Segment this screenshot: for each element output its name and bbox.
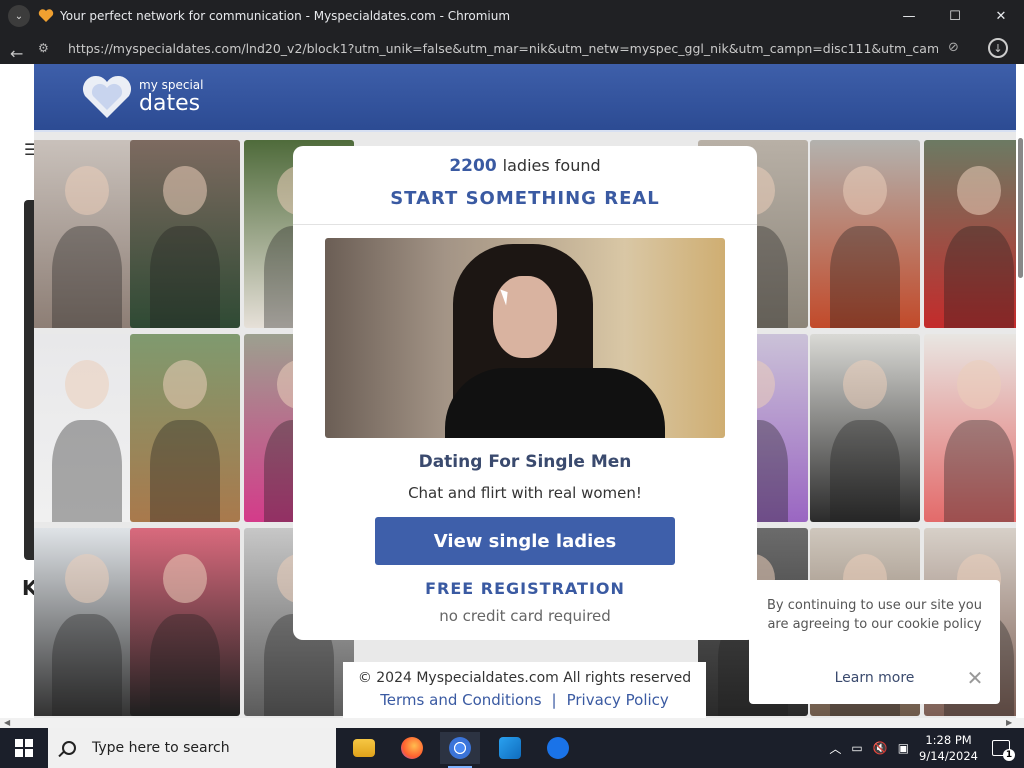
minimize-icon[interactable]: — bbox=[886, 0, 932, 32]
profile-photo[interactable] bbox=[34, 140, 142, 328]
divider bbox=[293, 224, 757, 225]
close-cookie-icon[interactable]: ✕ bbox=[965, 668, 985, 688]
site-logo[interactable]: my special dates bbox=[81, 74, 203, 120]
url-text[interactable]: https://myspecialdates.com/lnd20_v2/bloc… bbox=[68, 41, 938, 56]
privacy-link[interactable]: Privacy Policy bbox=[567, 691, 669, 709]
profile-photo[interactable] bbox=[810, 140, 920, 328]
ladies-found-line: 2200 ladies found bbox=[293, 156, 757, 176]
modal-subtitle: Dating For Single Men bbox=[418, 452, 632, 472]
terms-link[interactable]: Terms and Conditions bbox=[380, 691, 541, 709]
url-field[interactable]: ⚙ https://myspecialdates.com/lnd20_v2/bl… bbox=[34, 36, 974, 60]
vertical-scrollbar[interactable] bbox=[1018, 138, 1023, 278]
cookie-text: By continuing to use our site you are ag… bbox=[767, 598, 983, 632]
site-info-icon[interactable]: ⚙ bbox=[38, 41, 58, 55]
heart-logo-icon bbox=[82, 75, 132, 118]
chromium-icon bbox=[449, 737, 471, 759]
back-arrow-icon[interactable]: ← bbox=[10, 44, 23, 63]
tray-overflow-icon[interactable]: ︿ bbox=[829, 740, 841, 757]
taskbar-help[interactable] bbox=[538, 732, 578, 764]
folder-icon bbox=[353, 739, 375, 757]
site-footer: © 2024 Myspecialdates.com All rights res… bbox=[343, 662, 706, 720]
background-page-right-edge bbox=[1016, 64, 1024, 728]
modal-tagline: Chat and flirt with real women! bbox=[408, 484, 642, 502]
profile-photo[interactable] bbox=[924, 140, 1016, 328]
free-registration-text: FREE REGISTRATION bbox=[425, 579, 625, 598]
learn-more-link[interactable]: Learn more bbox=[749, 670, 1000, 686]
start-button[interactable] bbox=[0, 728, 48, 768]
footer-separator: | bbox=[551, 691, 557, 709]
scroll-right-icon[interactable]: ▶ bbox=[1006, 718, 1012, 727]
search-placeholder: Type here to search bbox=[92, 740, 230, 756]
taskbar-firefox[interactable] bbox=[392, 732, 432, 764]
no-credit-card-text: no credit card required bbox=[439, 607, 611, 625]
windows-logo-icon bbox=[15, 739, 33, 757]
profile-photo[interactable] bbox=[924, 334, 1016, 522]
site-favicon-icon bbox=[38, 8, 54, 24]
taskbar-search[interactable]: Type here to search bbox=[48, 728, 336, 768]
ladies-count: 2200 bbox=[449, 156, 497, 176]
notification-icon[interactable]: 1 bbox=[992, 740, 1015, 761]
maximize-icon[interactable]: ☐ bbox=[932, 0, 978, 32]
logo-line-1: my special bbox=[139, 78, 204, 92]
profile-photo[interactable] bbox=[34, 528, 142, 716]
background-block bbox=[24, 200, 34, 560]
hero-photo[interactable] bbox=[325, 238, 725, 438]
window-title: Your perfect network for communication -… bbox=[60, 9, 511, 23]
help-chat-icon bbox=[547, 737, 569, 759]
view-single-ladies-button[interactable]: View single ladies bbox=[375, 517, 675, 565]
clock[interactable]: 1:28 PM 9/14/2024 bbox=[919, 732, 978, 764]
background-page-left-edge: ☰ K bbox=[0, 64, 38, 728]
clock-date: 9/14/2024 bbox=[919, 749, 978, 763]
display-icon[interactable]: ▣ bbox=[898, 741, 909, 755]
tab-search-button[interactable]: ⌄ bbox=[8, 5, 30, 27]
profile-photo[interactable] bbox=[810, 334, 920, 522]
logo-line-2: dates bbox=[139, 91, 201, 116]
notification-count: 1 bbox=[1003, 749, 1015, 761]
copyright-text: © 2024 Myspecialdates.com All rights res… bbox=[357, 670, 692, 686]
signup-modal: 2200 ladies found START SOMETHING REAL Da… bbox=[293, 146, 757, 640]
close-window-icon[interactable]: ✕ bbox=[978, 0, 1024, 32]
windows-taskbar: Type here to search ︿ ▭ 🔇 ▣ 1:28 PM 9/14… bbox=[0, 728, 1024, 768]
taskbar-file-explorer[interactable] bbox=[344, 732, 384, 764]
profile-photo[interactable] bbox=[130, 334, 240, 522]
code-editor-icon bbox=[499, 737, 521, 759]
system-tray: ︿ ▭ 🔇 ▣ 1:28 PM 9/14/2024 1 bbox=[829, 728, 1024, 768]
profile-photo[interactable] bbox=[34, 334, 142, 522]
download-icon[interactable]: ↓ bbox=[988, 38, 1008, 58]
site-viewport: my special dates 2200 ladies found START… bbox=[34, 64, 1016, 720]
ladies-count-label: ladies found bbox=[502, 156, 601, 175]
firefox-icon bbox=[401, 737, 423, 759]
profile-photo[interactable] bbox=[130, 140, 240, 328]
scroll-left-icon[interactable]: ◀ bbox=[4, 718, 10, 727]
profile-photo[interactable] bbox=[130, 528, 240, 716]
horizontal-scrollbar[interactable]: ◀ ▶ bbox=[0, 718, 1024, 728]
headline: START SOMETHING REAL bbox=[390, 188, 660, 209]
cookie-banner: By continuing to use our site you are ag… bbox=[749, 580, 1000, 704]
volume-muted-icon[interactable]: 🔇 bbox=[873, 741, 888, 755]
window-titlebar: ⌄ Your perfect network for communication… bbox=[0, 0, 1024, 32]
taskbar-vscode[interactable] bbox=[490, 732, 530, 764]
clock-time: 1:28 PM bbox=[925, 733, 972, 747]
eye-off-icon[interactable]: ⊘ bbox=[948, 40, 966, 56]
taskbar-chromium[interactable] bbox=[440, 732, 480, 768]
network-icon[interactable]: ▭ bbox=[851, 741, 862, 755]
search-icon bbox=[62, 741, 76, 755]
site-header: my special dates bbox=[34, 64, 1016, 132]
